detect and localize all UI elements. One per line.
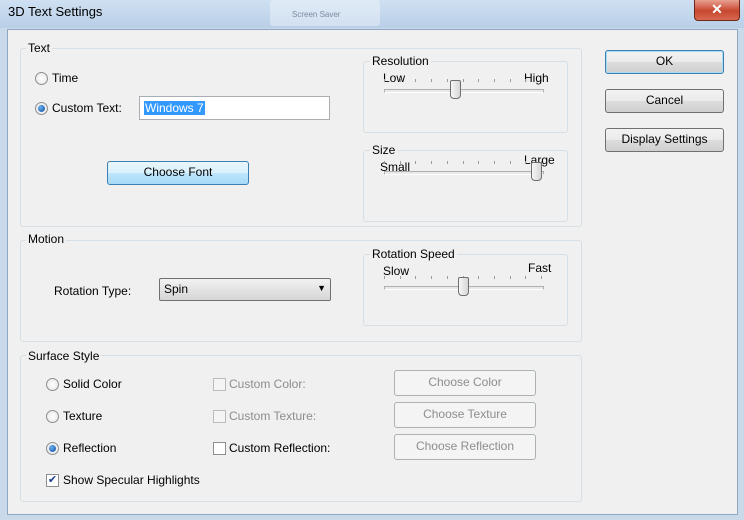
custom-reflection-label: Custom Reflection: xyxy=(229,441,331,455)
dropdown-arrow-icon: ▼ xyxy=(317,283,326,293)
choose-font-button[interactable]: Choose Font xyxy=(107,161,249,185)
custom-texture-label: Custom Texture: xyxy=(229,409,317,423)
show-specular-checkbox[interactable]: ✔ xyxy=(46,474,59,487)
solid-color-radio[interactable] xyxy=(46,378,59,391)
solid-color-label: Solid Color xyxy=(63,377,122,391)
slider-tick xyxy=(400,161,401,164)
rotation-speed-slider[interactable] xyxy=(384,274,544,298)
slider-tick xyxy=(447,276,448,279)
show-specular-label: Show Specular Highlights xyxy=(63,473,200,487)
slider-tick xyxy=(478,79,479,82)
slider-thumb[interactable] xyxy=(458,277,469,296)
checkmark-icon: ✔ xyxy=(47,474,58,486)
cancel-button[interactable]: Cancel xyxy=(605,89,724,113)
title-bar[interactable]: 3D Text Settings Screen Saver ✕ xyxy=(0,0,744,28)
slider-tick xyxy=(384,161,385,164)
slider-tick xyxy=(431,161,432,164)
slider-thumb[interactable] xyxy=(531,162,542,181)
slider-tick xyxy=(510,161,511,164)
choose-texture-button[interactable]: Choose Texture xyxy=(394,402,536,428)
custom-text-radio[interactable] xyxy=(35,102,48,115)
choose-color-button[interactable]: Choose Color xyxy=(394,370,536,396)
rotation-type-dropdown[interactable]: Spin ▼ xyxy=(159,278,331,301)
slider-tick xyxy=(541,79,542,82)
time-radio[interactable] xyxy=(35,72,48,85)
size-group-label: Size xyxy=(370,143,398,157)
motion-group-label: Motion xyxy=(26,232,67,246)
custom-color-label: Custom Color: xyxy=(229,377,306,391)
slider-track[interactable] xyxy=(384,89,544,93)
slider-tick xyxy=(431,79,432,82)
slider-tick xyxy=(415,161,416,164)
resolution-slider[interactable] xyxy=(384,77,544,101)
slider-tick xyxy=(447,161,448,164)
choose-reflection-button[interactable]: Choose Reflection xyxy=(394,434,536,460)
texture-label: Texture xyxy=(63,409,103,423)
slider-tick xyxy=(525,161,526,164)
close-button[interactable]: ✕ xyxy=(694,0,740,21)
slider-tick xyxy=(463,161,464,164)
dialog-window: 3D Text Settings Screen Saver ✕ Text Tim… xyxy=(0,0,744,520)
reflection-label: Reflection xyxy=(63,441,117,455)
slider-tick xyxy=(415,276,416,279)
size-slider[interactable] xyxy=(384,159,544,183)
window-title: 3D Text Settings xyxy=(8,4,103,19)
custom-reflection-checkbox[interactable] xyxy=(213,442,226,455)
slider-tick xyxy=(494,276,495,279)
rotation-speed-group-label: Rotation Speed xyxy=(370,247,457,261)
display-settings-button[interactable]: Display Settings xyxy=(605,128,724,152)
slider-tick xyxy=(510,79,511,82)
custom-text-value: Windows 7 xyxy=(144,101,205,115)
display-settings-label: Display Settings xyxy=(621,132,708,146)
time-label: Time xyxy=(52,71,79,85)
rotation-type-label: Rotation Type: xyxy=(54,284,132,298)
rotation-speed-fast-label: Fast xyxy=(528,261,552,275)
background-title-text: Screen Saver xyxy=(292,10,341,19)
dialog-client-area: Text Time Custom Text: Windows 7 Choose … xyxy=(7,29,738,515)
slider-tick xyxy=(463,79,464,82)
ok-button[interactable]: OK xyxy=(605,50,724,74)
slider-tick xyxy=(431,276,432,279)
slider-tick xyxy=(447,79,448,82)
text-group-label: Text xyxy=(26,41,53,55)
slider-tick xyxy=(400,276,401,279)
slider-tick xyxy=(494,79,495,82)
custom-text-label: Custom Text: xyxy=(52,101,122,115)
custom-color-checkbox[interactable] xyxy=(213,378,226,391)
slider-tick xyxy=(384,276,385,279)
custom-texture-checkbox[interactable] xyxy=(213,410,226,423)
surface-style-group-label: Surface Style xyxy=(26,349,102,363)
slider-tick xyxy=(384,79,385,82)
slider-tick xyxy=(478,276,479,279)
slider-tick xyxy=(525,276,526,279)
slider-tick xyxy=(478,161,479,164)
resolution-group-label: Resolution xyxy=(370,54,431,68)
slider-tick xyxy=(494,161,495,164)
custom-text-input[interactable]: Windows 7 xyxy=(139,96,330,120)
slider-tick xyxy=(400,79,401,82)
close-icon: ✕ xyxy=(711,1,723,17)
slider-tick xyxy=(415,79,416,82)
slider-tick xyxy=(525,79,526,82)
slider-thumb[interactable] xyxy=(450,80,461,99)
rotation-type-value: Spin xyxy=(164,282,189,296)
slider-tick xyxy=(541,276,542,279)
slider-tick xyxy=(510,276,511,279)
reflection-radio[interactable] xyxy=(46,442,59,455)
texture-radio[interactable] xyxy=(46,410,59,423)
slider-track[interactable] xyxy=(384,171,544,175)
background-window-title: Screen Saver xyxy=(270,0,380,26)
